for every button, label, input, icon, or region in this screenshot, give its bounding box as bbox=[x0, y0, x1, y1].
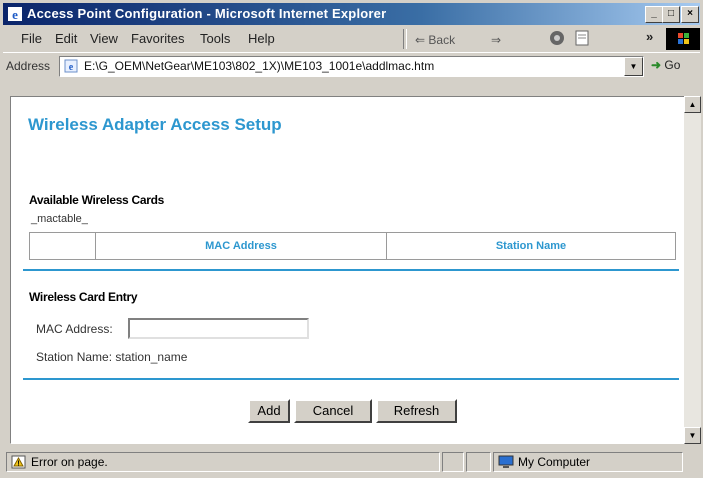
menu-edit[interactable]: Edit bbox=[55, 31, 77, 46]
address-input[interactable]: e E:\G_OEM\NetGear\ME103\802_1X)\ME103_1… bbox=[59, 56, 644, 77]
windows-logo-icon bbox=[666, 28, 700, 50]
go-button[interactable]: ➜ Go bbox=[651, 58, 680, 72]
station-name-label: Station Name: bbox=[36, 350, 113, 364]
refresh-button[interactable]: Refresh bbox=[376, 399, 457, 423]
status-panel bbox=[442, 452, 464, 472]
internet-explorer-icon: e bbox=[8, 7, 22, 22]
error-warning-icon: ! bbox=[11, 455, 26, 469]
status-message-panel[interactable]: ! Error on page. bbox=[6, 452, 440, 472]
column-header-station-name: Station Name bbox=[386, 232, 676, 260]
stop-icon[interactable] bbox=[549, 30, 565, 49]
address-url: E:\G_OEM\NetGear\ME103\802_1X)\ME103_100… bbox=[84, 59, 435, 73]
status-message: Error on page. bbox=[31, 455, 108, 469]
menu-bar: File Edit View Favorites Tools Help ⇐ Ba… bbox=[3, 27, 700, 51]
scroll-up-icon[interactable]: ▲ bbox=[684, 96, 701, 113]
available-cards-heading: Available Wireless Cards bbox=[29, 193, 164, 207]
column-header-mac-address: MAC Address bbox=[95, 232, 387, 260]
toolbar-separator bbox=[403, 29, 407, 49]
toolbar-overflow-chevron[interactable]: » bbox=[646, 29, 653, 44]
section-divider bbox=[23, 378, 679, 380]
table-header-row: MAC Address Station Name bbox=[29, 232, 676, 260]
page-title: Wireless Adapter Access Setup bbox=[28, 115, 282, 134]
forward-button[interactable]: ⇒ bbox=[491, 33, 501, 47]
status-bar: ! Error on page. My Computer bbox=[3, 449, 700, 475]
title-bar[interactable]: e Access Point Configuration - Microsoft… bbox=[3, 3, 700, 25]
mac-table: MAC Address Station Name bbox=[29, 232, 676, 260]
status-panel bbox=[466, 452, 491, 472]
menu-file[interactable]: File bbox=[21, 31, 42, 46]
scroll-down-icon[interactable]: ▼ bbox=[684, 427, 701, 444]
add-button[interactable]: Add bbox=[248, 399, 290, 423]
browser-window: e Access Point Configuration - Microsoft… bbox=[0, 0, 703, 478]
window-title: Access Point Configuration - Microsoft I… bbox=[27, 6, 387, 21]
minimize-button[interactable]: _ bbox=[645, 6, 663, 23]
section-divider bbox=[23, 269, 679, 271]
mac-address-label: MAC Address: bbox=[36, 322, 113, 336]
vertical-scrollbar[interactable]: ▲ ▼ bbox=[684, 96, 701, 444]
card-entry-heading: Wireless Card Entry bbox=[29, 290, 138, 304]
mac-table-placeholder: _mactable_ bbox=[31, 213, 88, 225]
close-button[interactable]: × bbox=[681, 6, 699, 23]
back-button[interactable]: ⇐ Back bbox=[415, 33, 455, 47]
page-content: Wireless Adapter Access Setup Available … bbox=[10, 96, 685, 444]
station-name-row: Station Name: station_name bbox=[36, 350, 187, 364]
address-bar: Address e E:\G_OEM\NetGear\ME103\802_1X)… bbox=[3, 52, 700, 95]
svg-text:e: e bbox=[12, 7, 18, 22]
menu-tools[interactable]: Tools bbox=[200, 31, 230, 46]
address-dropdown-icon[interactable]: ▼ bbox=[624, 57, 643, 76]
mac-address-input[interactable] bbox=[128, 318, 309, 339]
menu-view[interactable]: View bbox=[90, 31, 118, 46]
svg-text:e: e bbox=[69, 62, 74, 73]
cancel-button[interactable]: Cancel bbox=[294, 399, 372, 423]
menu-help[interactable]: Help bbox=[248, 31, 275, 46]
column-header-select bbox=[29, 232, 96, 260]
page-icon: e bbox=[64, 59, 78, 73]
refresh-icon[interactable] bbox=[575, 30, 589, 49]
security-zone-label: My Computer bbox=[518, 455, 591, 469]
go-label: Go bbox=[664, 58, 681, 72]
station-name-value: station_name bbox=[115, 350, 188, 364]
security-zone-panel: My Computer bbox=[493, 452, 683, 472]
address-label: Address bbox=[6, 59, 51, 73]
my-computer-icon bbox=[498, 455, 514, 468]
go-arrow-icon: ➜ bbox=[651, 58, 662, 72]
svg-text:!: ! bbox=[17, 461, 19, 468]
menu-favorites[interactable]: Favorites bbox=[131, 31, 184, 46]
maximize-button[interactable]: □ bbox=[662, 6, 680, 23]
